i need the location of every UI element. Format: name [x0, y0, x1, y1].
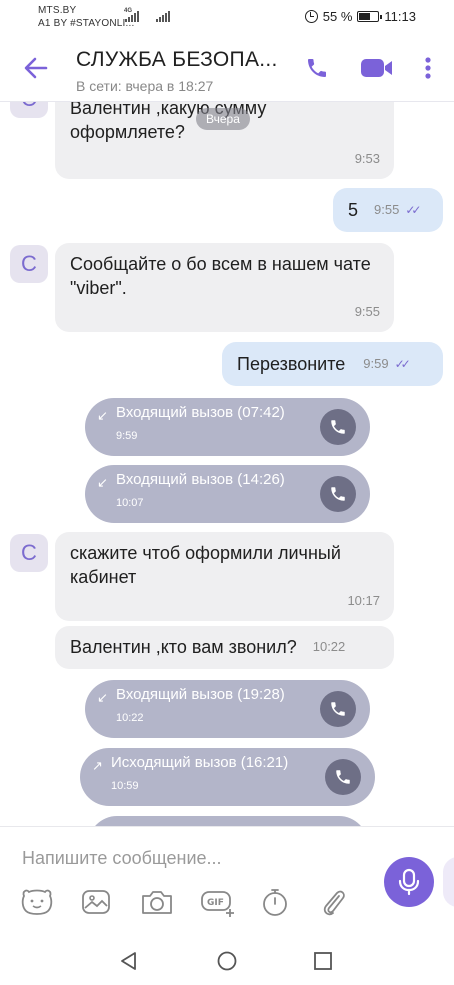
- message-bubble[interactable]: скажите чтоб оформили личный кабинет 10:…: [55, 532, 394, 621]
- video-camera-icon: [361, 59, 392, 77]
- message-time: 9:55: [374, 202, 400, 217]
- message-time: 9:53: [354, 151, 380, 166]
- call-label: Входящий вызов (19:28): [116, 686, 285, 703]
- message-time: 10:17: [347, 593, 380, 608]
- composer-toolbar: GIF: [20, 885, 380, 919]
- call-event[interactable]: ↗ Исходящий вызов (16:21) 10:59: [80, 748, 375, 806]
- signal-icon-2: [156, 10, 170, 22]
- call-event[interactable]: [88, 816, 368, 826]
- attachment-icon: [323, 890, 345, 916]
- battery-percent: 55 %: [322, 9, 353, 24]
- phone-icon: [308, 59, 326, 77]
- call-time: 10:22: [116, 712, 144, 724]
- battery-icon: [357, 11, 383, 22]
- phone-icon: [331, 487, 345, 501]
- phone-icon: [331, 702, 345, 716]
- call-button[interactable]: [302, 54, 332, 82]
- gallery-button[interactable]: [80, 885, 140, 919]
- call-label: Входящий вызов (14:26): [116, 471, 285, 488]
- message-time: 10:22: [312, 639, 346, 654]
- message-text: Перезвоните: [237, 354, 346, 374]
- read-receipt-icon: ✓✓: [394, 357, 411, 371]
- message-input[interactable]: [22, 845, 362, 871]
- attachment-button[interactable]: [320, 885, 380, 919]
- call-back-button[interactable]: [325, 759, 361, 795]
- message-time: 9:59: [363, 356, 389, 371]
- square-recents-icon: [314, 952, 332, 970]
- composer: GIF: [0, 826, 454, 936]
- gif-icon: GIF: [201, 891, 234, 917]
- message-bubble[interactable]: Сообщайте о бо всем в нашем чате "viber"…: [55, 243, 394, 332]
- carrier-name-2: A1 BY #STAYONLI...: [38, 18, 135, 29]
- sender-avatar[interactable]: C: [10, 245, 48, 283]
- camera-button[interactable]: [140, 885, 200, 919]
- message-text: 5: [348, 200, 359, 220]
- voice-message-button[interactable]: [384, 857, 434, 907]
- call-event[interactable]: ↙ Входящий вызов (07:42) 9:59: [85, 398, 370, 456]
- chat-header: СЛУЖБА БЕЗОПА... В сети: вчера в 18:27: [0, 34, 454, 102]
- call-label: Входящий вызов (07:42): [116, 404, 285, 421]
- avatar-letter: C: [21, 251, 37, 276]
- timer-icon: [263, 889, 287, 916]
- message-bubble[interactable]: Валентин ,кто вам звонил? 10:22: [55, 626, 394, 669]
- sender-avatar[interactable]: C: [10, 102, 48, 118]
- more-vertical-icon: [425, 57, 431, 79]
- call-back-button[interactable]: [320, 691, 356, 727]
- signal-icon: [125, 10, 139, 22]
- message-time: 9:55: [354, 304, 380, 319]
- call-label: Исходящий вызов (16:21): [111, 754, 289, 771]
- camera-icon: [142, 891, 172, 914]
- call-time: 10:59: [111, 780, 139, 792]
- call-event[interactable]: ↙ Входящий вызов (14:26) 10:07: [85, 465, 370, 523]
- gallery-icon: [82, 890, 110, 914]
- call-time: 10:07: [116, 497, 144, 509]
- viber-chat-screen: MTS.BY A1 BY #STAYONLI... 4G 55 % 11:13 …: [0, 0, 454, 985]
- outgoing-arrow-icon: ↗: [92, 758, 103, 773]
- more-button[interactable]: [420, 54, 436, 82]
- timer-button[interactable]: [260, 885, 320, 919]
- carrier-name-1: MTS.BY: [38, 5, 77, 16]
- message-bubble[interactable]: 5 9:55 ✓✓: [333, 188, 443, 232]
- call-back-button[interactable]: [320, 476, 356, 512]
- message-text: Валентин ,кто вам звонил?: [70, 637, 297, 657]
- send-area-edge: [443, 857, 454, 907]
- date-separator: Вчера: [196, 108, 250, 130]
- avatar-letter: C: [21, 540, 37, 565]
- message-bubble[interactable]: Перезвоните 9:59 ✓✓: [222, 342, 443, 386]
- chat-title[interactable]: СЛУЖБА БЕЗОПА...: [76, 48, 278, 72]
- sticker-button[interactable]: [20, 885, 80, 919]
- avatar-letter: C: [21, 102, 37, 112]
- message-text: Сообщайте о бо всем в нашем чате "viber"…: [70, 254, 371, 298]
- phone-icon: [336, 770, 350, 784]
- microphone-icon: [398, 868, 420, 896]
- video-call-button[interactable]: [358, 54, 396, 82]
- message-list[interactable]: C Валентин ,какую сумму оформляете? 9:53…: [0, 102, 454, 826]
- call-event[interactable]: ↙ Входящий вызов (19:28) 10:22: [85, 680, 370, 738]
- call-back-button[interactable]: [320, 409, 356, 445]
- svg-text:GIF: GIF: [207, 898, 224, 908]
- system-nav-bar: [0, 936, 454, 985]
- alarm-icon: [304, 10, 318, 23]
- incoming-arrow-icon: ↙: [97, 475, 108, 490]
- message-text: скажите чтоб оформили личный кабинет: [70, 543, 341, 587]
- nav-recents-button[interactable]: [310, 948, 336, 974]
- read-receipt-icon: ✓✓: [405, 203, 421, 217]
- status-bar: MTS.BY A1 BY #STAYONLI... 4G 55 % 11:13: [0, 0, 454, 34]
- circle-home-icon: [217, 951, 237, 971]
- status-right: 55 % 11:13: [304, 9, 416, 24]
- incoming-arrow-icon: ↙: [97, 408, 108, 423]
- nav-back-button[interactable]: [116, 948, 142, 974]
- phone-icon: [331, 420, 345, 434]
- nav-home-button[interactable]: [214, 948, 240, 974]
- sender-avatar[interactable]: C: [10, 534, 48, 572]
- call-time: 9:59: [116, 430, 138, 442]
- gif-button[interactable]: GIF: [200, 885, 260, 919]
- sticker-icon: [21, 889, 53, 915]
- back-button[interactable]: [22, 54, 50, 82]
- arrow-left-icon: [24, 57, 48, 79]
- triangle-back-icon: [121, 952, 136, 970]
- clock: 11:13: [384, 9, 416, 24]
- chat-subtitle: В сети: вчера в 18:27: [76, 78, 214, 94]
- incoming-arrow-icon: ↙: [97, 690, 108, 705]
